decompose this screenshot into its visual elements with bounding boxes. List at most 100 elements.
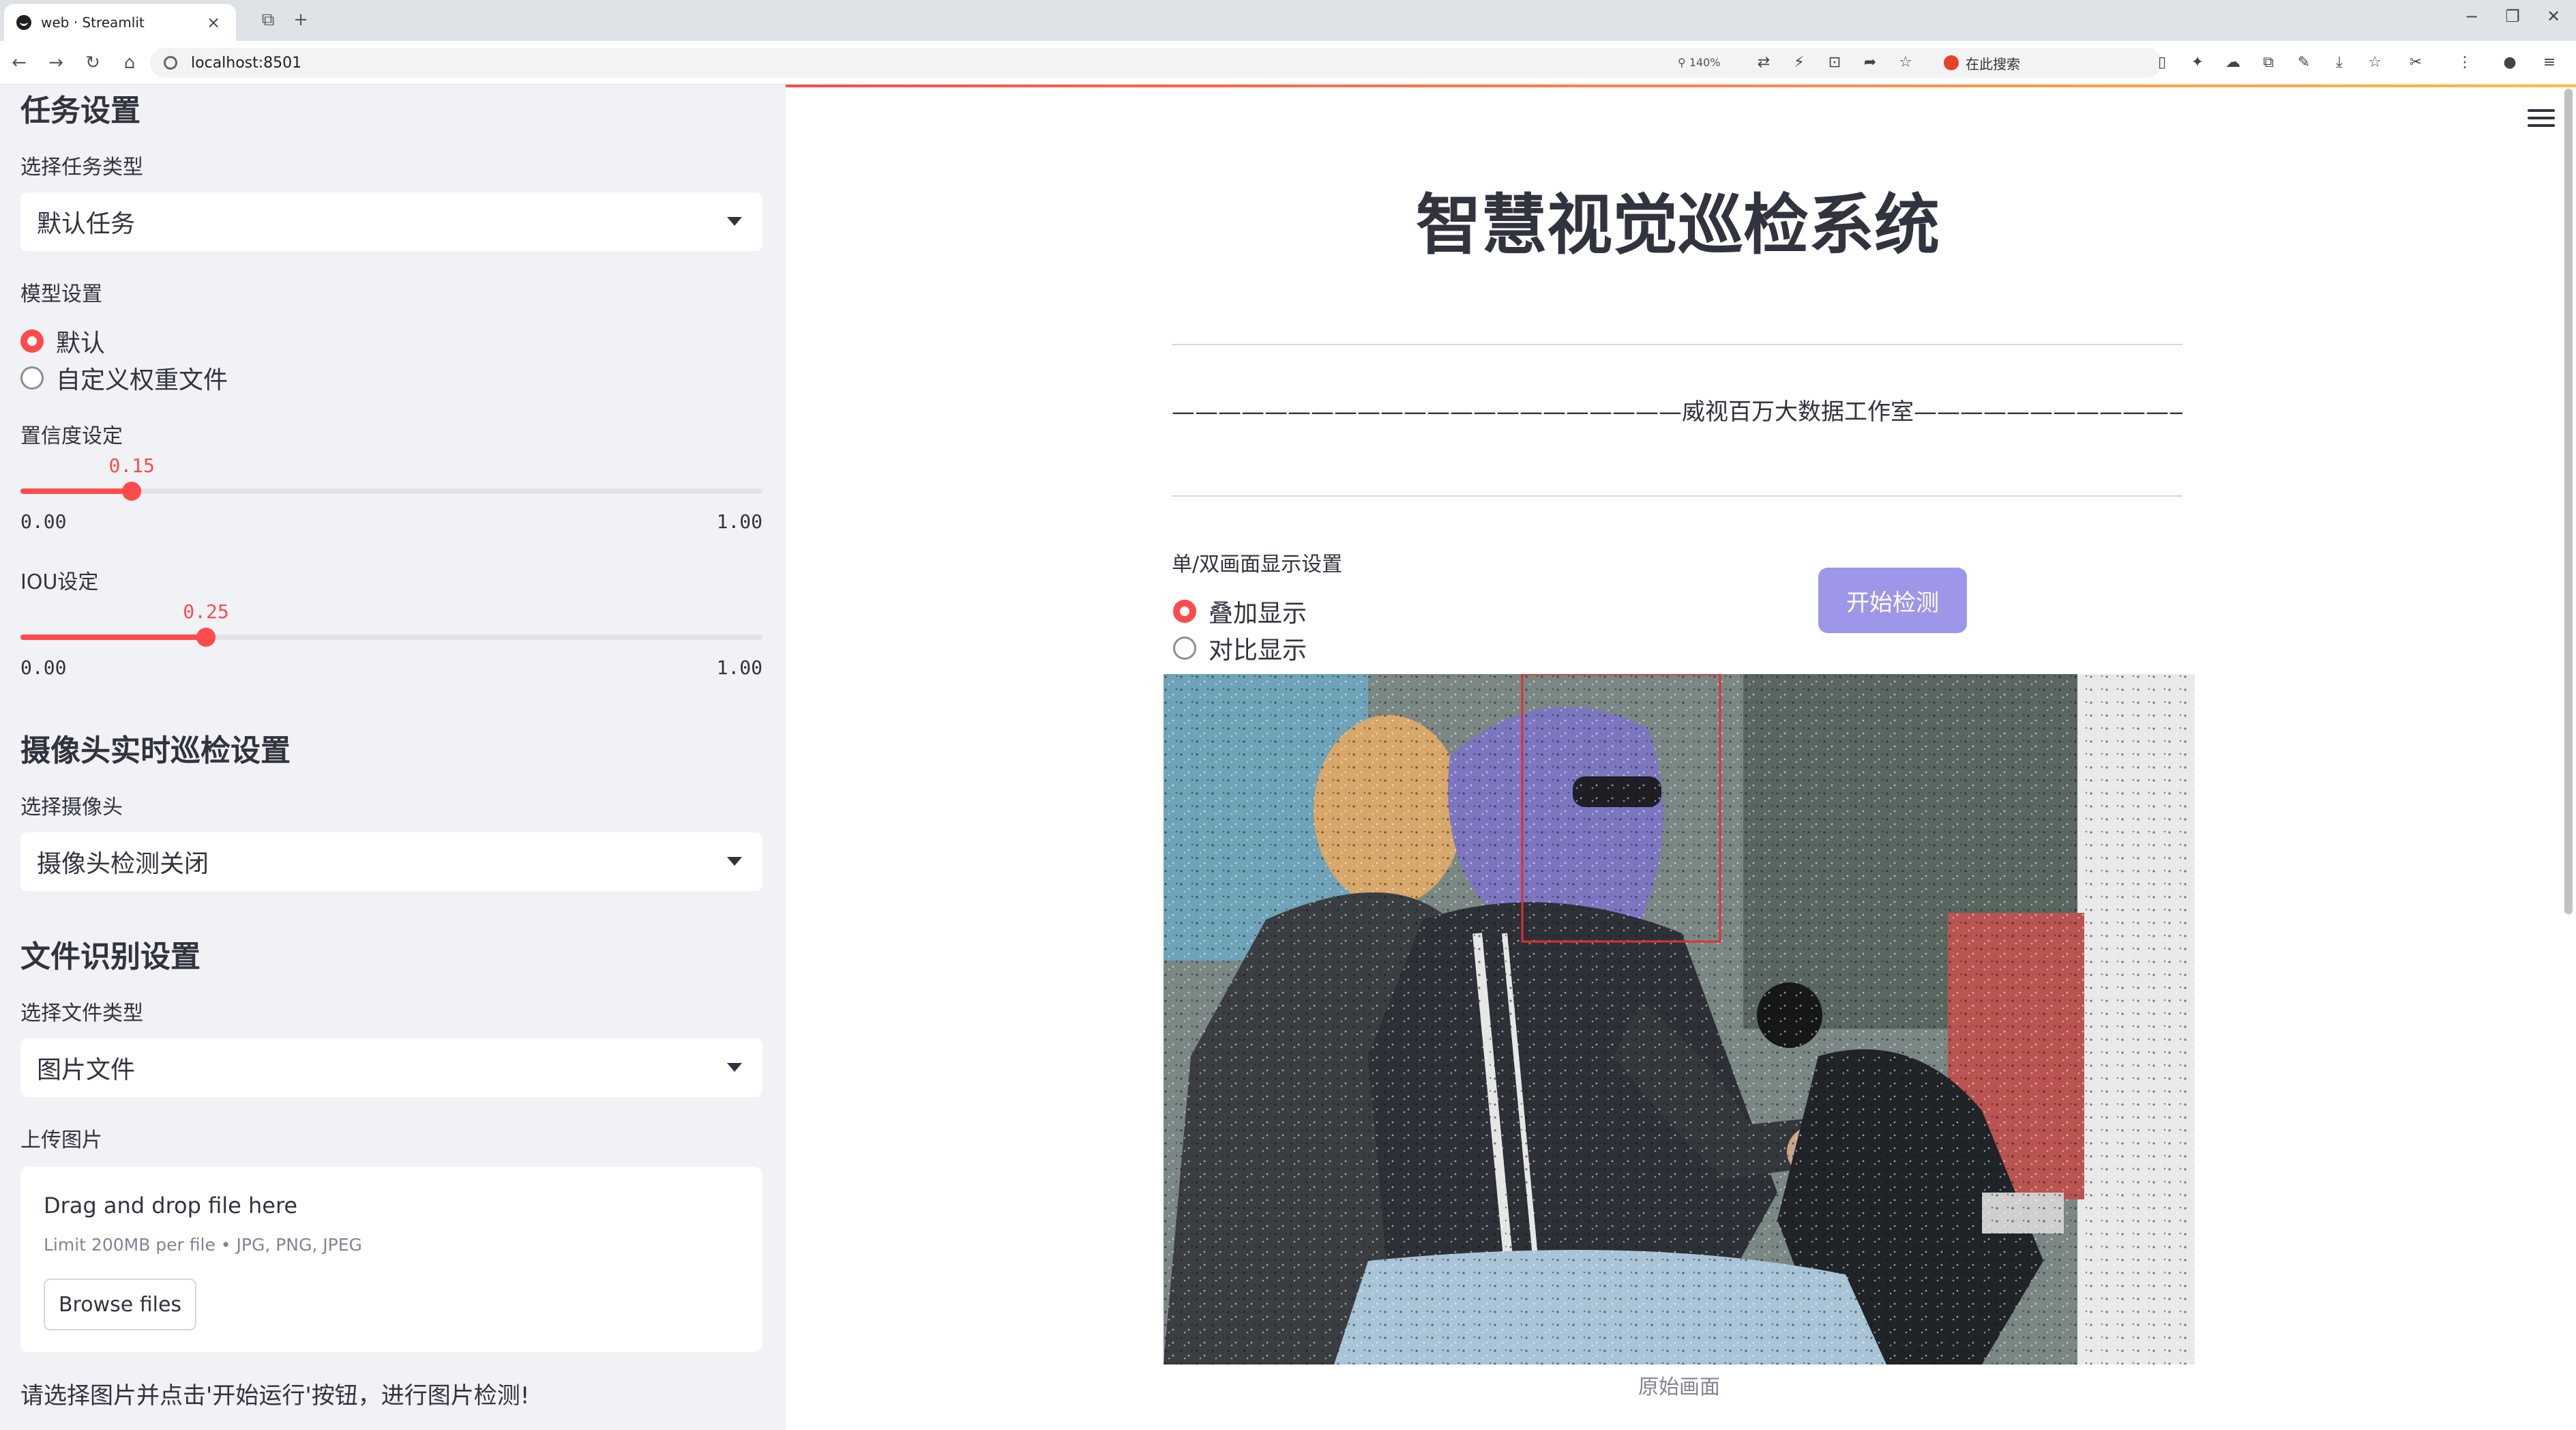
task-type-value: 默认任务 (37, 210, 136, 238)
tab-title: web · Streamlit (41, 14, 145, 31)
extension-translate-icon[interactable]: ⧉ (2259, 53, 2278, 72)
download-icon[interactable]: ⤓ (2330, 53, 2349, 72)
chevron-down-icon (727, 1063, 742, 1072)
radio-selected-icon[interactable] (20, 330, 44, 353)
confidence-slider-thumb[interactable] (122, 482, 142, 501)
rider-photo (1164, 674, 2195, 1365)
model-label: 模型设置 (20, 282, 102, 306)
zoom-icon: ⚲ (1678, 56, 1689, 69)
studio-subtitle: ——————————————————————威视百万大数据工作室————————… (1172, 398, 2182, 426)
close-tab-icon[interactable]: × (203, 13, 224, 32)
share-icon[interactable]: ➦ (1861, 53, 1880, 72)
search-icon (164, 56, 177, 70)
iou-slider-fill (20, 634, 206, 640)
display-option-label: 对比显示 (1209, 637, 1307, 665)
browser-menu-icon[interactable]: ≡ (2540, 53, 2559, 72)
browse-files-button[interactable]: Browse files (44, 1279, 196, 1330)
iou-label: IOU设定 (20, 570, 99, 594)
chevron-down-icon (727, 217, 742, 226)
cut-tool-icon[interactable]: ✂ (2406, 53, 2425, 72)
sidebar: 任务设置 选择任务类型 默认任务 模型设置 默认 自定义权重文件 置信度设定 0… (0, 85, 786, 1430)
extension-pen-icon[interactable]: ✎ (2294, 53, 2313, 72)
favorites-icon[interactable]: ☆ (2365, 53, 2384, 72)
address-toolbar: ← → ↻ ⌂ localhost:8501 ⚲ 140% ⇄ ⚡ ⊡ ➦ ☆ … (0, 41, 2576, 85)
image-caption: 原始画面 (1638, 1375, 1720, 1399)
model-option-label: 自定义权重文件 (56, 366, 228, 394)
confidence-slider[interactable] (20, 482, 763, 501)
upload-label: 上传图片 (20, 1128, 102, 1152)
file-section-title: 文件识别设置 (20, 939, 201, 974)
file-type-label: 选择文件类型 (20, 1002, 143, 1025)
streamlit-top-decoration (786, 85, 2576, 87)
profile-avatar-icon[interactable]: ● (2500, 53, 2519, 72)
browser-tab-bar: web · Streamlit × ⧉ + − ❐ ✕ (0, 0, 2576, 41)
home-icon[interactable]: ⌂ (117, 50, 142, 75)
app-menu-icon[interactable] (2528, 109, 2555, 130)
search-engine-logo-icon (1944, 55, 1959, 70)
restore-icon[interactable]: ❐ (2499, 7, 2526, 26)
tab-groups-icon[interactable]: ⧉ (256, 10, 280, 30)
iou-min: 0.00 (20, 656, 67, 679)
minimize-icon[interactable]: − (2458, 7, 2485, 26)
mobile-icon[interactable]: ▯ (2152, 53, 2172, 72)
url-text: localhost:8501 (191, 54, 302, 72)
start-detection-button[interactable]: 开始检测 (1818, 568, 1967, 633)
confidence-label: 置信度设定 (20, 424, 123, 448)
iou-slider-thumb[interactable] (196, 628, 216, 647)
upload-limit: Limit 200MB per file • JPG, PNG, JPEG (44, 1235, 362, 1255)
upload-title: Drag and drop file here (44, 1193, 298, 1219)
radio-selected-icon[interactable] (1173, 600, 1196, 623)
task-section-title: 任务设置 (20, 93, 140, 128)
camera-value: 摄像头检测关闭 (37, 850, 209, 878)
screenshot-icon[interactable]: ⊡ (1825, 53, 1844, 72)
main-scrollbar[interactable] (2564, 89, 2573, 914)
display-option-label: 叠加显示 (1209, 600, 1307, 628)
lightning-icon[interactable]: ⚡ (1790, 53, 1809, 72)
confidence-slider-fill (20, 488, 132, 494)
model-option-label: 默认 (56, 330, 106, 358)
camera-section-title: 摄像头实时巡检设置 (20, 733, 291, 768)
confidence-value: 0.15 (108, 454, 155, 477)
extension-cloud-icon[interactable]: ☁ (2223, 53, 2242, 72)
chevron-down-icon (727, 857, 742, 866)
zoom-value: 140% (1689, 56, 1721, 69)
forward-icon[interactable]: → (44, 50, 68, 75)
page-title: 智慧视觉巡检系统 (1416, 187, 1940, 263)
new-tab-icon[interactable]: + (289, 10, 312, 30)
task-type-select[interactable]: 默认任务 (20, 192, 763, 251)
iou-slider[interactable] (20, 628, 763, 647)
radio-unselected-icon[interactable] (20, 366, 44, 390)
file-type-value: 图片文件 (37, 1056, 136, 1084)
radio-unselected-icon[interactable] (1173, 637, 1196, 660)
zoom-level[interactable]: ⚲ 140% (1678, 56, 1721, 69)
model-option-default[interactable]: 默认 (20, 323, 105, 359)
back-icon[interactable]: ← (7, 50, 31, 75)
close-window-icon[interactable]: ✕ (2540, 7, 2567, 26)
confidence-min: 0.00 (20, 510, 67, 533)
display-option-compare[interactable]: 对比显示 (1173, 630, 1307, 666)
model-option-custom[interactable]: 自定义权重文件 (20, 360, 228, 396)
task-type-label: 选择任务类型 (20, 156, 143, 179)
browser-search-box[interactable]: 在此搜索 (1934, 49, 2139, 76)
detection-result-image (1164, 674, 2195, 1365)
more-menu-icon[interactable]: ⋮ (2455, 53, 2474, 72)
search-placeholder: 在此搜索 (1966, 55, 2020, 72)
divider-top (1172, 344, 2182, 345)
reload-icon[interactable]: ↻ (80, 50, 105, 75)
file-type-select[interactable]: 图片文件 (20, 1038, 763, 1097)
iou-value: 0.25 (183, 600, 229, 623)
display-option-overlay[interactable]: 叠加显示 (1173, 594, 1307, 629)
iou-max: 1.00 (716, 656, 763, 679)
confidence-max: 1.00 (716, 510, 763, 533)
divider-bottom (1172, 495, 2182, 497)
display-mode-label: 单/双画面显示设置 (1172, 553, 1343, 577)
file-uploader-dropzone[interactable]: Drag and drop file here Limit 200MB per … (20, 1167, 763, 1352)
camera-label: 选择摄像头 (20, 796, 123, 819)
extension-ai-icon[interactable]: ✦ (2188, 53, 2207, 72)
browser-tab[interactable]: web · Streamlit × (4, 4, 236, 41)
translate-icon[interactable]: ⇄ (1754, 53, 1773, 72)
streamlit-favicon-icon (16, 15, 31, 30)
upload-hint: 请选择图片并点击'开始运行'按钮，进行图片检测! (20, 1382, 530, 1410)
camera-select[interactable]: 摄像头检测关闭 (20, 832, 763, 891)
bookmark-star-icon[interactable]: ☆ (1896, 53, 1915, 72)
